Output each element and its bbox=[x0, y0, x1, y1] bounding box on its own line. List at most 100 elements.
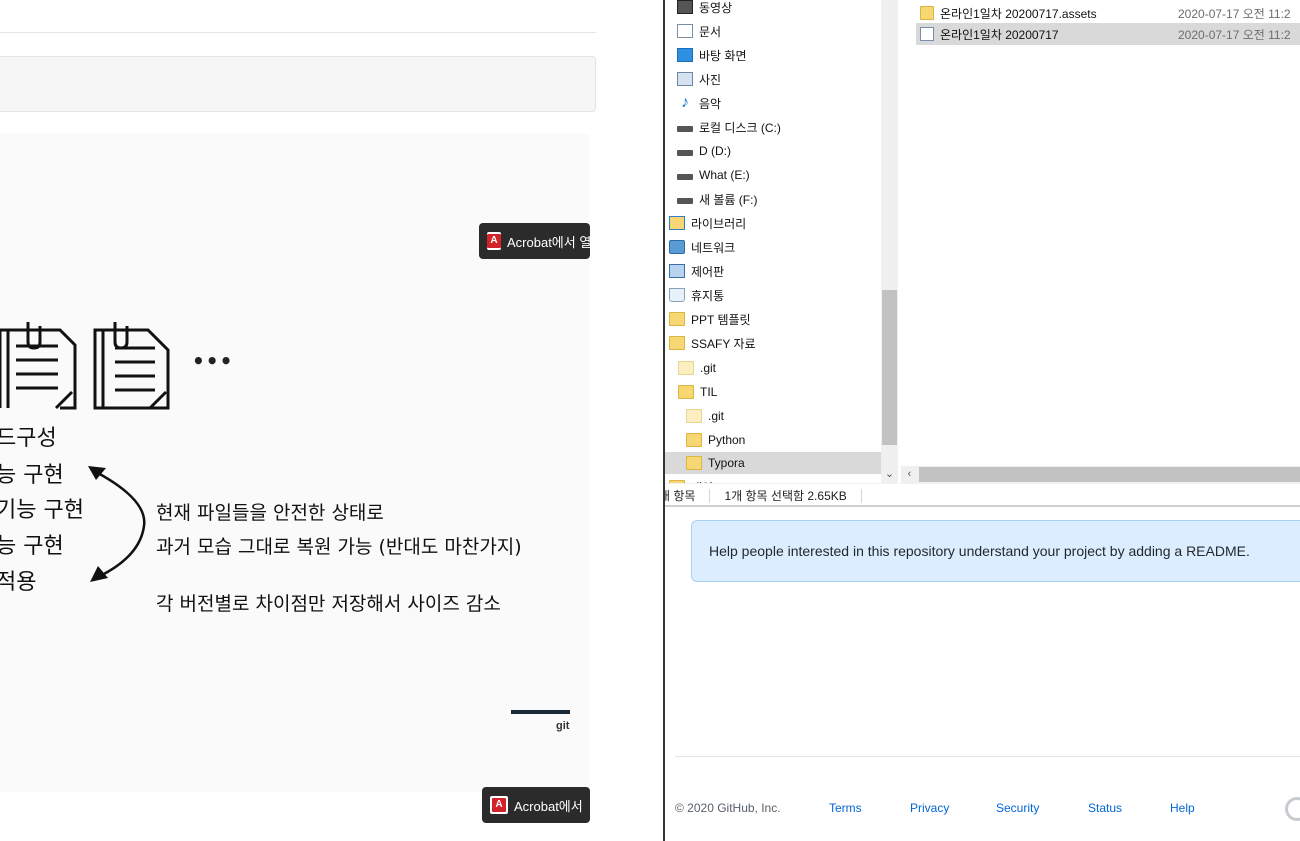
slide-note-1: 현재 파일들을 안전한 상태로 bbox=[156, 502, 384, 524]
footer-link-terms[interactable]: Terms bbox=[829, 801, 862, 815]
tree-item-drive-d[interactable]: D (D:) bbox=[677, 140, 731, 162]
tree-item-python[interactable]: Python bbox=[686, 429, 745, 451]
tree-item-ssafy[interactable]: SSAFY 자료 bbox=[669, 332, 756, 354]
tree-item-label: .git bbox=[708, 409, 725, 423]
curved-arrow-icon bbox=[88, 466, 146, 582]
tree-item-label: 로컬 디스크 (C:) bbox=[699, 120, 781, 135]
github-repo-page: Help people interested in this repositor… bbox=[665, 507, 1300, 841]
tree-item-label: Python bbox=[708, 433, 746, 447]
tree-item-label: 제어판 bbox=[691, 264, 725, 279]
tree-scrollbar[interactable]: ⌄ bbox=[881, 0, 898, 483]
git-logo-label: git bbox=[556, 720, 570, 732]
tree-item-control-panel[interactable]: 제어판 bbox=[669, 260, 724, 282]
tree-item-desktop[interactable]: 바탕 화면 bbox=[677, 44, 747, 66]
file-date: 2020-07-17 오전 11:2 bbox=[1178, 6, 1291, 21]
open-in-acrobat-button[interactable]: A Acrobat에서 열 bbox=[479, 223, 590, 259]
slide-note-2: 과거 모습 그대로 복원 가능 (반대도 마찬가지) bbox=[156, 536, 522, 558]
tree-item-documents[interactable]: 문서 bbox=[677, 20, 721, 42]
footer-link-privacy[interactable]: Privacy bbox=[910, 801, 949, 815]
folder-icon bbox=[669, 336, 685, 350]
tree-item-typora[interactable]: Typora bbox=[665, 452, 881, 474]
desktop-icon bbox=[677, 48, 693, 62]
tree-item-ppt-templates[interactable]: PPT 템플릿 bbox=[669, 308, 751, 330]
slide-item-4: 능 구현 bbox=[0, 534, 64, 559]
tree-item-drive-c[interactable]: 로컬 디스크 (C:) bbox=[677, 116, 781, 138]
tree-item-label: 휴지통 bbox=[691, 288, 725, 303]
slide-item-3: 기능 구현 bbox=[0, 498, 84, 523]
drive-icon bbox=[677, 198, 693, 204]
tree-item-music[interactable]: ♪ 음악 bbox=[677, 92, 721, 114]
tree-item-til-git[interactable]: .git bbox=[686, 405, 724, 427]
folder-icon bbox=[686, 456, 702, 470]
footer-link-status[interactable]: Status bbox=[1088, 801, 1122, 815]
tree-item-label: 동영상 bbox=[699, 0, 733, 15]
status-selection: 1개 항목 선택함 2.65KB bbox=[724, 489, 847, 503]
document-icon bbox=[677, 24, 693, 38]
tree-item-drive-f[interactable]: 새 볼륨 (F:) bbox=[677, 188, 757, 210]
tree-item-label: D (D:) bbox=[699, 144, 731, 158]
chevron-down-icon[interactable]: ⌄ bbox=[881, 466, 898, 483]
folder-icon bbox=[920, 6, 934, 20]
footer-link-security[interactable]: Security bbox=[996, 801, 1039, 815]
control-panel-icon bbox=[669, 264, 685, 278]
status-divider bbox=[709, 488, 711, 503]
tree-item-git[interactable]: .git bbox=[678, 357, 716, 379]
tree-item-label: 새 볼륨 (F:) bbox=[699, 192, 758, 207]
tree-item-label: Typora bbox=[708, 456, 745, 470]
folder-icon bbox=[678, 385, 694, 399]
tree-scrollbar-thumb[interactable] bbox=[882, 290, 897, 445]
network-icon bbox=[669, 240, 685, 254]
tree-item-label: 라이브러리 bbox=[691, 216, 747, 231]
tree-item-label: SSAFY 자료 bbox=[691, 336, 756, 351]
file-list: 온라인1일차 20200717.assets 2020-07-17 오전 11:… bbox=[898, 0, 1300, 483]
footer-divider bbox=[675, 756, 1300, 757]
file-explorer-window: 동영상 문서 바탕 화면 사진 ♪ 음악 로컬 디스크 (C:) D (D:) bbox=[665, 0, 1300, 507]
tree-item-videos[interactable]: 동영상 bbox=[677, 0, 732, 18]
chevron-left-icon[interactable]: ‹ bbox=[901, 466, 918, 483]
toolbar-divider bbox=[0, 32, 596, 33]
library-icon bbox=[669, 216, 685, 230]
more-ellipsis: ••• bbox=[192, 349, 234, 373]
markdown-file-icon bbox=[920, 27, 934, 41]
document-stack-icon bbox=[0, 322, 170, 410]
tree-item-label: PPT 템플릿 bbox=[691, 312, 751, 327]
comment-input-box[interactable] bbox=[0, 56, 596, 112]
video-icon bbox=[677, 0, 693, 14]
github-logo-icon[interactable] bbox=[1285, 797, 1300, 821]
footer-link-help[interactable]: Help bbox=[1170, 801, 1195, 815]
open-in-acrobat-button-bottom[interactable]: A Acrobat에서 bbox=[482, 787, 590, 823]
recycle-bin-icon bbox=[669, 288, 685, 302]
pictures-icon bbox=[677, 72, 693, 86]
tree-item-label: .git bbox=[700, 361, 717, 375]
folder-icon bbox=[686, 409, 702, 423]
tree-item-label: TIL bbox=[700, 385, 718, 399]
file-row-assets[interactable]: 온라인1일차 20200717.assets 2020-07-17 오전 11:… bbox=[916, 2, 1300, 24]
tree-item-drive-e[interactable]: What (E:) bbox=[677, 164, 750, 186]
slide-item-1: 드구성 bbox=[0, 426, 57, 451]
readme-prompt-banner: Help people interested in this repositor… bbox=[691, 520, 1300, 582]
drive-icon bbox=[677, 150, 693, 156]
horizontal-scrollbar-thumb[interactable] bbox=[919, 467, 1300, 482]
navigation-tree: 동영상 문서 바탕 화면 사진 ♪ 음악 로컬 디스크 (C:) D (D:) bbox=[665, 0, 881, 483]
tree-item-network[interactable]: 네트워크 bbox=[669, 236, 735, 258]
acrobat-icon: A bbox=[487, 232, 501, 250]
drive-icon bbox=[677, 174, 693, 180]
tree-item-libraries[interactable]: 라이브러리 bbox=[669, 212, 746, 234]
slide-item-2: 능 구현 bbox=[0, 463, 64, 488]
file-list-horizontal-scrollbar[interactable]: ‹ bbox=[901, 466, 1300, 483]
tree-item-pictures[interactable]: 사진 bbox=[677, 68, 721, 90]
git-logo-bar bbox=[511, 710, 570, 714]
folder-icon bbox=[669, 312, 685, 326]
open-in-acrobat-label-bottom: Acrobat에서 bbox=[514, 798, 583, 814]
tree-item-til[interactable]: TIL bbox=[678, 381, 717, 403]
status-divider bbox=[860, 488, 862, 503]
tree-item-personal[interactable]: 개인 bbox=[669, 476, 713, 483]
acrobat-icon: A bbox=[490, 796, 508, 814]
slide-note-3: 각 버전별로 차이점만 저장해서 사이즈 감소 bbox=[156, 593, 501, 615]
slide-item-5: 적용 bbox=[0, 570, 37, 595]
folder-icon bbox=[678, 361, 694, 375]
explorer-status-bar: 개 항목 1개 항목 선택함 2.65KB bbox=[665, 483, 1300, 507]
tree-item-recycle-bin[interactable]: 휴지통 bbox=[669, 284, 724, 306]
file-row-markdown[interactable]: 온라인1일차 20200717 2020-07-17 오전 11:2 bbox=[916, 23, 1300, 45]
tree-item-label: 음악 bbox=[699, 96, 722, 111]
